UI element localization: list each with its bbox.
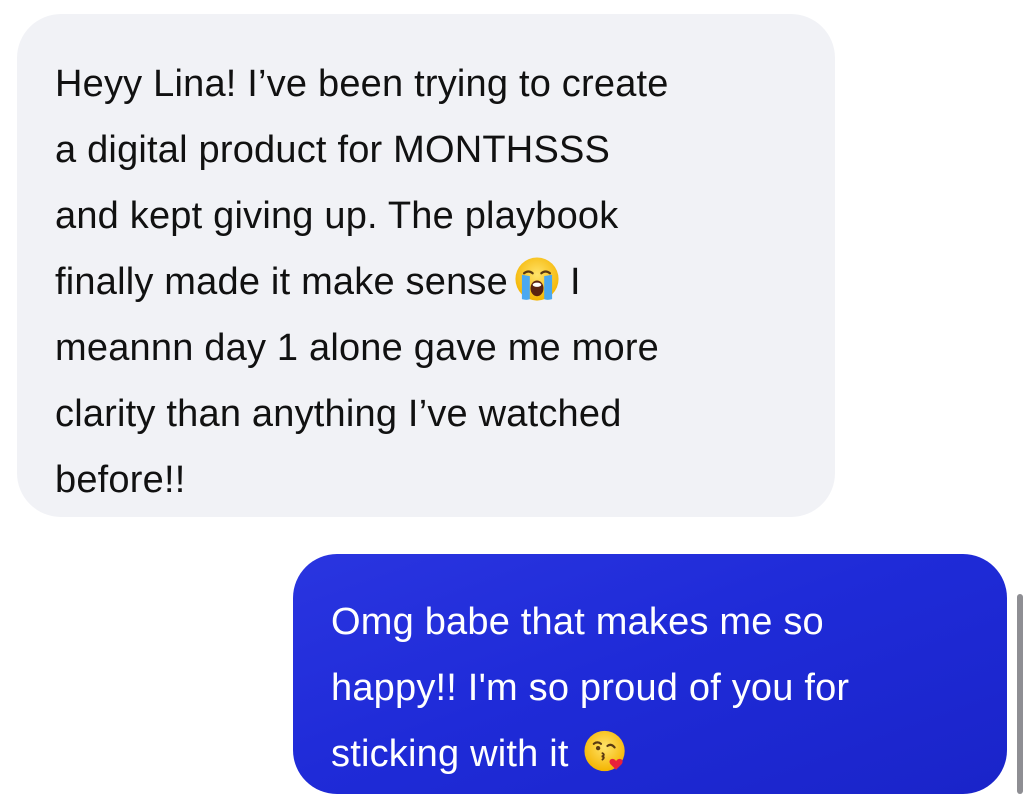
message-line: happy!! I'm so proud of you for bbox=[331, 667, 850, 709]
message-line-with-emoji: finally made it make sense I bbox=[55, 249, 805, 315]
message-line: before!! bbox=[55, 459, 186, 501]
previous-message-fragment bbox=[60, 0, 580, 4]
received-message-bubble[interactable]: Heyy Lina! I’ve been trying to create a … bbox=[17, 14, 835, 517]
message-text: I bbox=[569, 261, 581, 303]
loudly-crying-face-icon bbox=[515, 257, 559, 301]
chat-thread: Heyy Lina! I’ve been trying to create a … bbox=[0, 0, 1031, 805]
message-line: and kept giving up. The playbook bbox=[55, 195, 619, 237]
message-line: Omg babe that makes me so bbox=[331, 601, 824, 643]
message-line: Heyy Lina! I’ve been trying to create bbox=[55, 63, 669, 105]
message-text: sticking with it bbox=[331, 733, 569, 775]
sent-message-bubble[interactable]: Omg babe that makes me so happy!! I'm so… bbox=[293, 554, 1007, 794]
message-text: finally made it make sense bbox=[55, 261, 508, 303]
face-blowing-a-kiss-icon bbox=[584, 730, 625, 772]
message-line-with-emoji: sticking with it bbox=[331, 721, 977, 787]
message-line: meannn day 1 alone gave me more bbox=[55, 327, 660, 369]
scrollbar[interactable] bbox=[1017, 594, 1023, 794]
message-line: a digital product for MONTHSSS bbox=[55, 129, 611, 171]
message-line: clarity than anything I’ve watched bbox=[55, 393, 622, 435]
